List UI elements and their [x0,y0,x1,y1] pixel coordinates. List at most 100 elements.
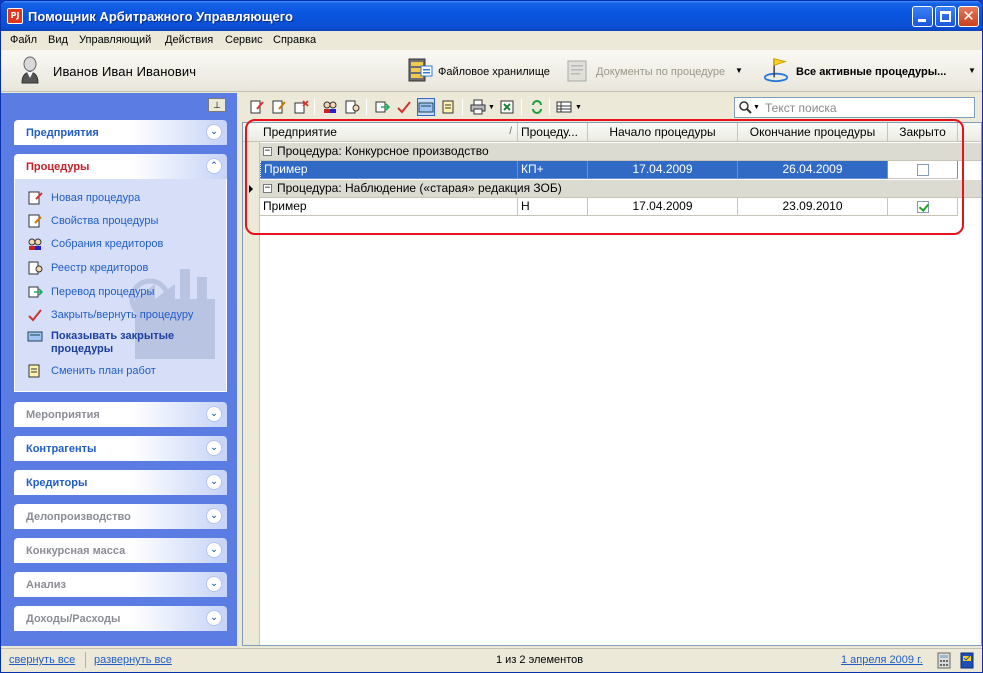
group-income-expense-title: Доходы/Расходы [26,613,121,625]
group-paperwork-title: Делопроизводство [26,511,131,523]
menu-service[interactable]: Сервис [225,34,263,46]
maximize-button[interactable] [935,6,956,27]
column-header-enterprise[interactable]: Предприятие / [260,123,518,142]
new-procedure-icon[interactable] [249,99,265,115]
minimize-icon [918,19,926,22]
cell-enterprise[interactable]: Пример [260,161,518,179]
collapse-icon[interactable]: − [263,184,272,193]
column-header-procedure[interactable]: Процеду... [518,123,588,142]
group-enterprises-title: Предприятия [26,127,99,139]
menu-help[interactable]: Справка [273,34,316,46]
column-header-end[interactable]: Окончание процедуры [738,123,888,142]
group-bankruptcy-estate[interactable]: Конкурсная масса ⌄ [14,538,227,563]
cell-start-date[interactable]: 17.04.2009 [588,198,738,216]
column-header-closed[interactable]: Закрыто [888,123,958,142]
menu-manager[interactable]: Управляющий [79,34,151,46]
group-analysis[interactable]: Анализ ⌄ [14,572,227,597]
closed-checkbox[interactable] [917,164,929,176]
chevron-down-icon[interactable]: ⌄ [206,440,222,456]
cell-closed[interactable] [888,198,958,216]
group-procedures-title: Процедуры [26,161,90,173]
chevron-down-icon[interactable]: ⌄ [206,576,222,592]
menu-actions[interactable]: Действия [165,34,213,46]
procedure-properties-icon[interactable] [271,99,287,115]
procedures-task-list: Новая процедура Свойства процедуры Собра… [14,179,227,392]
search-box[interactable]: ▼ [734,97,975,118]
file-storage-button[interactable]: Файловое хранилище [438,66,550,78]
title-bar[interactable]: PJ Помощник Арбитражного Управляющего ✕ [1,1,982,31]
columns-dropdown-icon[interactable]: ▼ [575,104,582,111]
chevron-down-icon[interactable]: ⌄ [206,474,222,490]
active-procedures-icon [763,58,789,83]
transfer-procedure-icon [28,286,43,298]
chevron-down-icon[interactable]: ⌄ [206,508,222,524]
cell-end-date[interactable]: 23.09.2010 [738,198,888,216]
show-closed-icon[interactable] [417,98,435,116]
sort-indicator-icon: / [509,126,512,137]
table-row[interactable]: Пример Н 17.04.2009 23.09.2010 [260,198,958,216]
change-plan-icon[interactable] [440,99,456,115]
calculator-icon[interactable] [937,652,951,669]
documents-button[interactable]: Документы по процедуре [596,66,725,78]
documents-dropdown-icon[interactable]: ▼ [735,66,743,75]
close-procedure-icon [28,309,42,322]
group-enterprises[interactable]: Предприятия ⌄ [14,120,227,145]
creditors-meeting-icon[interactable] [322,99,338,115]
collapse-icon[interactable]: − [263,147,272,156]
minimize-button[interactable] [912,6,933,27]
group-income-expense[interactable]: Доходы/Расходы ⌄ [14,606,227,631]
print-icon[interactable] [470,99,486,115]
group-counterparties[interactable]: Контрагенты ⌄ [14,436,227,461]
group-paperwork[interactable]: Делопроизводство ⌄ [14,504,227,529]
column-header-start[interactable]: Начало процедуры [588,123,738,142]
chevron-up-icon[interactable]: ⌃ [206,158,222,174]
group-events[interactable]: Мероприятия ⌄ [14,402,227,427]
close-button[interactable]: ✕ [958,6,979,27]
menu-view[interactable]: Вид [48,34,68,46]
creditors-meeting-icon [28,238,42,250]
cell-start-date[interactable]: 17.04.2009 [588,161,738,179]
cell-closed[interactable] [888,161,958,179]
columns-chooser-icon[interactable] [556,99,572,115]
procedures-grid: Предприятие / Процеду... Начало процедур… [242,122,982,646]
cell-procedure[interactable]: Н [518,198,588,216]
chevron-down-icon[interactable]: ⌄ [206,542,222,558]
collapse-all-link[interactable]: свернуть все [9,654,75,666]
transfer-procedure-icon[interactable] [374,99,390,115]
print-dropdown-icon[interactable]: ▼ [488,104,495,111]
search-icon[interactable] [739,101,752,114]
search-dropdown-icon[interactable]: ▼ [753,104,760,111]
closed-checkbox[interactable] [917,201,929,213]
cell-procedure[interactable]: КП+ [518,161,588,179]
export-excel-icon[interactable] [499,99,515,115]
expand-all-link[interactable]: развернуть все [94,654,172,666]
pin-button[interactable]: ⊥ [208,98,226,112]
toolbar-separator [549,99,550,115]
record-count: 1 из 2 элементов [496,654,584,666]
group-row[interactable]: − Процедура: Наблюдение («старая» редакц… [260,180,981,198]
close-procedure-icon[interactable] [396,99,412,115]
menu-file[interactable]: Файл [10,34,37,46]
chevron-down-icon[interactable]: ⌄ [206,124,222,140]
active-procedures-button[interactable]: Все активные процедуры... [796,66,946,78]
group-events-title: Мероприятия [26,409,100,421]
delete-procedure-icon[interactable] [293,99,309,115]
group-creditors[interactable]: Кредиторы ⌄ [14,470,227,495]
search-input[interactable] [765,100,965,115]
cell-enterprise[interactable]: Пример [260,198,518,216]
group-row[interactable]: − Процедура: Конкурсное производство [260,143,981,161]
chevron-down-icon[interactable]: ⌄ [206,406,222,422]
grid-toolbar: ▼ ▼ [242,95,732,119]
refresh-icon[interactable] [529,99,545,115]
cell-end-date[interactable]: 26.04.2009 [738,161,888,179]
active-procedures-dropdown-icon[interactable]: ▼ [968,66,976,75]
group-counterparties-title: Контрагенты [26,443,97,455]
current-date-link[interactable]: 1 апреля 2009 г. [841,654,923,666]
group-procedures[interactable]: Процедуры ⌃ [14,154,227,179]
user-name[interactable]: Иванов Иван Иванович [53,64,196,79]
chevron-down-icon[interactable]: ⌄ [206,610,222,626]
table-row[interactable]: Пример КП+ 17.04.2009 26.04.2009 [260,161,958,179]
change-plan-icon [28,364,40,378]
help-book-icon[interactable] [959,652,975,669]
creditors-registry-icon[interactable] [344,99,360,115]
